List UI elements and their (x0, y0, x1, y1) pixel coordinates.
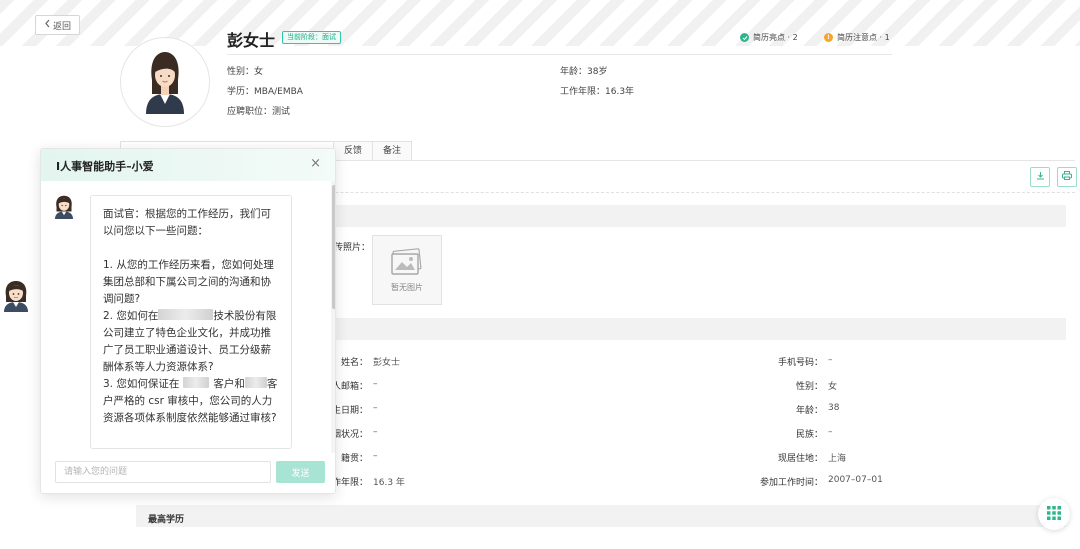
resume-warnings[interactable]: ! 简历注意点 · 1 (824, 32, 890, 43)
redacted-text (158, 309, 214, 320)
print-button[interactable] (1057, 167, 1077, 187)
highlights-label: 简历亮点 · 2 (753, 33, 798, 42)
chevron-left-icon (44, 19, 51, 31)
chat-title: I人事智能助手–小爱 (56, 160, 154, 173)
close-icon[interactable]: × (310, 156, 321, 171)
field-label: 现居住地： (777, 454, 823, 464)
field-value: 彭女士 (373, 358, 401, 368)
candidate-avatar (120, 37, 210, 127)
redacted-text (183, 377, 210, 388)
assistant-launcher[interactable] (2, 280, 30, 312)
tab-feedback[interactable]: 反馈 (333, 141, 374, 161)
message-question-3: 3. 您如何保证在 客户和 客户严格的 csr 审核中，您公司的人力资源各项体系制度… (103, 377, 278, 424)
print-icon (1062, 171, 1072, 183)
basic-position: 应聘职位：测试 (227, 107, 291, 117)
field-value: – (373, 403, 378, 413)
photo-label: 传照片： (334, 243, 371, 253)
candidate-name: 彭女士 (227, 31, 276, 50)
grid-icon (1047, 505, 1061, 523)
apps-button[interactable] (1038, 498, 1070, 530)
field-value: – (373, 427, 378, 437)
warnings-label: 简历注意点 · 1 (837, 33, 890, 42)
basic-education: 学历：MBA/EMBA (227, 87, 303, 97)
field-value: – (373, 379, 378, 389)
basic-work-years: 工作年限：16.3年 (560, 87, 635, 97)
redacted-text (244, 377, 267, 388)
stage-badge: 当前阶段：面试 (282, 31, 341, 44)
warning-icon: ! (824, 33, 833, 42)
highlight-icon (740, 33, 749, 42)
message-question-1: 1. 从您的工作经历来看，您如何处理集团总部和下属公司之间的沟通和协调问题? (103, 259, 274, 305)
assistant-avatar (53, 195, 75, 219)
field-label: 年龄： (795, 406, 823, 416)
section-title-education: 最高学历 (148, 515, 185, 525)
photo-placeholder[interactable]: 暂无图片 (372, 235, 442, 305)
basic-age: 年龄：38岁 (560, 67, 608, 77)
field-value: 16.3 年 (373, 478, 405, 488)
message-question-2: 2. 您如何在 技术股份有限公司建立了特色企业文化，并成功推广了员工职业通道设计、… (103, 309, 277, 373)
field-value: 2007–07–01 (828, 475, 883, 485)
field-value: 女 (828, 382, 838, 392)
field-label: 参加工作时间： (759, 478, 823, 488)
section-bar-education (136, 505, 1066, 527)
photo-empty-text: 暂无图片 (391, 282, 423, 292)
chat-scrollbar-thumb[interactable] (332, 185, 335, 309)
field-value: 38 (828, 403, 840, 413)
assistant-message: 面试官：根据您的工作经历，我们可以问您以下一些问题： 1. 从您的工作经历来看，… (90, 195, 292, 449)
tab-notes[interactable]: 备注 (372, 141, 413, 161)
chat-input[interactable] (55, 461, 271, 483)
field-value: – (828, 355, 833, 365)
field-label: 性别： (795, 382, 823, 392)
resume-highlights[interactable]: 简历亮点 · 2 (740, 32, 798, 43)
assistant-chat-panel: I人事智能助手–小爱 × 面试官：根据您的工作经历，我们可以问您以下一些问题： … (40, 148, 336, 494)
back-button[interactable]: 返回 (35, 15, 80, 35)
basic-gender: 性别：女 (227, 67, 264, 77)
download-icon (1036, 171, 1045, 183)
image-placeholder-icon (390, 247, 424, 278)
message-intro: 面试官：根据您的工作经历，我们可以问您以下一些问题： (103, 208, 271, 237)
header-divider (227, 54, 892, 55)
field-value: 上海 (828, 454, 847, 464)
send-button[interactable]: 发送 (276, 461, 325, 483)
field-value: – (828, 427, 833, 437)
download-button[interactable] (1030, 167, 1050, 187)
back-label: 返回 (52, 21, 71, 32)
field-label: 民族： (795, 430, 823, 440)
field-value: – (373, 451, 378, 461)
field-label: 手机号码： (777, 358, 823, 368)
